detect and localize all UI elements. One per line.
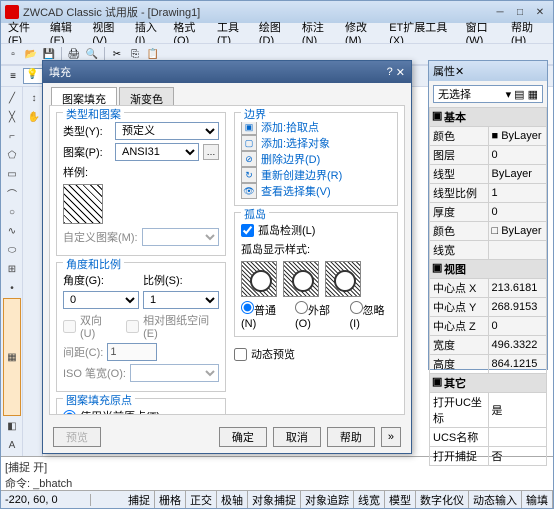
polyline-icon[interactable]: ⌐ xyxy=(3,127,21,145)
status-toggle[interactable]: 模型 xyxy=(385,491,416,508)
group-boundary: 边界 ▣添加:拾取点 ▢添加:选择对象 ⊘删除边界(D) ↻重新创建边界(R) … xyxy=(234,112,398,206)
tab-gradient[interactable]: 渐变色 xyxy=(119,87,174,105)
expand-button[interactable]: » xyxy=(381,427,401,447)
status-toggle[interactable]: 数字化仪 xyxy=(416,491,469,508)
dynamic-preview-checkbox[interactable] xyxy=(234,348,247,361)
toolbar-draw: ╱ ╳ ⌐ ⬠ ▭ ⌒ ○ ∿ ⬭ ⊞ • ▦ ◧ A xyxy=(1,87,23,456)
ok-button[interactable]: 确定 xyxy=(219,427,267,447)
ellipse-icon[interactable]: ⬭ xyxy=(3,241,21,259)
palette-close-icon[interactable]: ✕ xyxy=(455,65,464,78)
palette-title: 属性 xyxy=(433,63,455,79)
hatch-icon[interactable]: ▦ xyxy=(3,298,21,416)
xline-icon[interactable]: ╳ xyxy=(3,108,21,126)
status-toggle[interactable]: 捕捉 xyxy=(124,491,155,508)
properties-table: 基本颜色■ ByLayer图层0线型ByLayer线型比例1厚度0颜色□ ByL… xyxy=(429,107,547,466)
circle-icon[interactable]: ○ xyxy=(3,203,21,221)
properties-palette: 属性✕ 无选择▾ ▤ ▦ 基本颜色■ ByLayer图层0线型ByLayer线型… xyxy=(428,60,548,370)
arc-icon[interactable]: ⌒ xyxy=(3,184,21,202)
island-normal-radio[interactable]: 普通(N) xyxy=(241,301,287,330)
relative-checkbox xyxy=(126,320,139,333)
dialog-titlebar: 填充 ? ✕ xyxy=(43,61,411,83)
island-normal-icon[interactable] xyxy=(241,261,277,297)
status-toggle[interactable]: 线宽 xyxy=(354,491,385,508)
remove-boundary-button: ⊘删除边界(D) xyxy=(241,151,391,167)
scale-select[interactable]: 1 xyxy=(143,291,219,309)
status-toggle[interactable]: 对象捕捉 xyxy=(248,491,301,508)
point-icon[interactable]: • xyxy=(3,279,21,297)
status-toggle[interactable]: 输填 xyxy=(522,491,553,508)
island-outer-icon[interactable] xyxy=(283,261,319,297)
island-detect-checkbox[interactable] xyxy=(241,224,254,237)
open-icon[interactable]: 📂 xyxy=(23,46,39,62)
status-toggle[interactable]: 栅格 xyxy=(155,491,186,508)
custom-pattern-select xyxy=(142,228,219,246)
rectangle-icon[interactable]: ▭ xyxy=(3,165,21,183)
view-sel-icon: 👁 xyxy=(241,183,257,199)
cancel-button[interactable]: 取消 xyxy=(273,427,321,447)
dialog-title: 填充 xyxy=(49,64,71,80)
menu-bar: 文件(F)编辑(E)视图(V)插入(I)格式(O)工具(T)绘图(D)标注(N)… xyxy=(1,23,553,43)
iso-select xyxy=(130,364,219,382)
island-outer-radio[interactable]: 外部(O) xyxy=(295,301,342,330)
pattern-select[interactable]: ANSI31 xyxy=(115,143,199,161)
recreate-icon: ↻ xyxy=(241,167,257,183)
group-islands: 孤岛 孤岛检测(L) 孤岛显示样式: 普通(N) 外部(O) 忽略(I) xyxy=(234,212,398,337)
angle-select[interactable]: 0 xyxy=(63,291,139,309)
pattern-swatch[interactable] xyxy=(63,184,103,224)
text-icon[interactable]: A xyxy=(3,436,21,454)
hatch-dialog: 填充 ? ✕ 图案填充 渐变色 类型和图案 类型(Y):预定义 图案(P):AN… xyxy=(42,60,412,454)
status-bar: -220, 60, 0 捕捉栅格正交极轴对象捕捉对象追踪线宽模型数字化仪动态输入… xyxy=(1,490,553,508)
layer-icon[interactable]: ≡ xyxy=(5,68,21,84)
select-obj-icon: ▢ xyxy=(241,135,257,151)
remove-icon: ⊘ xyxy=(241,151,257,167)
status-toggle[interactable]: 极轴 xyxy=(217,491,248,508)
toolbar-modify: ↕ ✋ xyxy=(23,87,43,456)
move-icon[interactable]: ↕ xyxy=(25,89,43,107)
double-checkbox xyxy=(63,320,76,333)
coordinates: -220, 60, 0 xyxy=(1,494,91,506)
status-toggle[interactable]: 对象追踪 xyxy=(301,491,354,508)
tab-hatch[interactable]: 图案填充 xyxy=(51,87,117,105)
group-type-pattern: 类型和图案 类型(Y):预定义 图案(P):ANSI31… 样例: 自定义图案(… xyxy=(56,112,226,256)
pan-icon[interactable]: ✋ xyxy=(25,108,43,126)
polygon-icon[interactable]: ⬠ xyxy=(3,146,21,164)
recreate-boundary-button: ↻重新创建边界(R) xyxy=(241,167,391,183)
type-select[interactable]: 预定义 xyxy=(115,122,219,140)
dialog-help-icon[interactable]: ? xyxy=(387,66,393,78)
group-angle-scale: 角度和比例 角度(G):比例(S): 0 1 双向(U) 相对图纸空间(E) 间… xyxy=(56,262,226,392)
line-icon[interactable]: ╱ xyxy=(3,89,21,107)
view-selection-button: 👁查看选择集(V) xyxy=(241,183,391,199)
insert-icon[interactable]: ⊞ xyxy=(3,260,21,278)
help-button[interactable]: 帮助 xyxy=(327,427,375,447)
preview-button: 预览 xyxy=(53,427,101,447)
selection-dropdown[interactable]: 无选择▾ ▤ ▦ xyxy=(433,85,543,103)
dialog-close-icon[interactable]: ✕ xyxy=(396,66,405,79)
add-select-button[interactable]: ▢添加:选择对象 xyxy=(241,135,391,151)
group-origin: 图案填充原点 使用当前原点(T) 指定的原点 ⬚单击以设置新原点 默认为边界范围… xyxy=(56,398,226,415)
spline-icon[interactable]: ∿ xyxy=(3,222,21,240)
status-toggle[interactable]: 正交 xyxy=(186,491,217,508)
status-toggle[interactable]: 动态输入 xyxy=(469,491,522,508)
spacing-input xyxy=(107,343,157,361)
pattern-browse-icon[interactable]: … xyxy=(203,144,219,160)
new-icon[interactable]: ▫ xyxy=(5,46,21,62)
island-ignore-icon[interactable] xyxy=(325,261,361,297)
island-ignore-radio[interactable]: 忽略(I) xyxy=(350,301,392,330)
origin-current-radio[interactable] xyxy=(63,410,76,416)
region-icon[interactable]: ◧ xyxy=(3,417,21,435)
